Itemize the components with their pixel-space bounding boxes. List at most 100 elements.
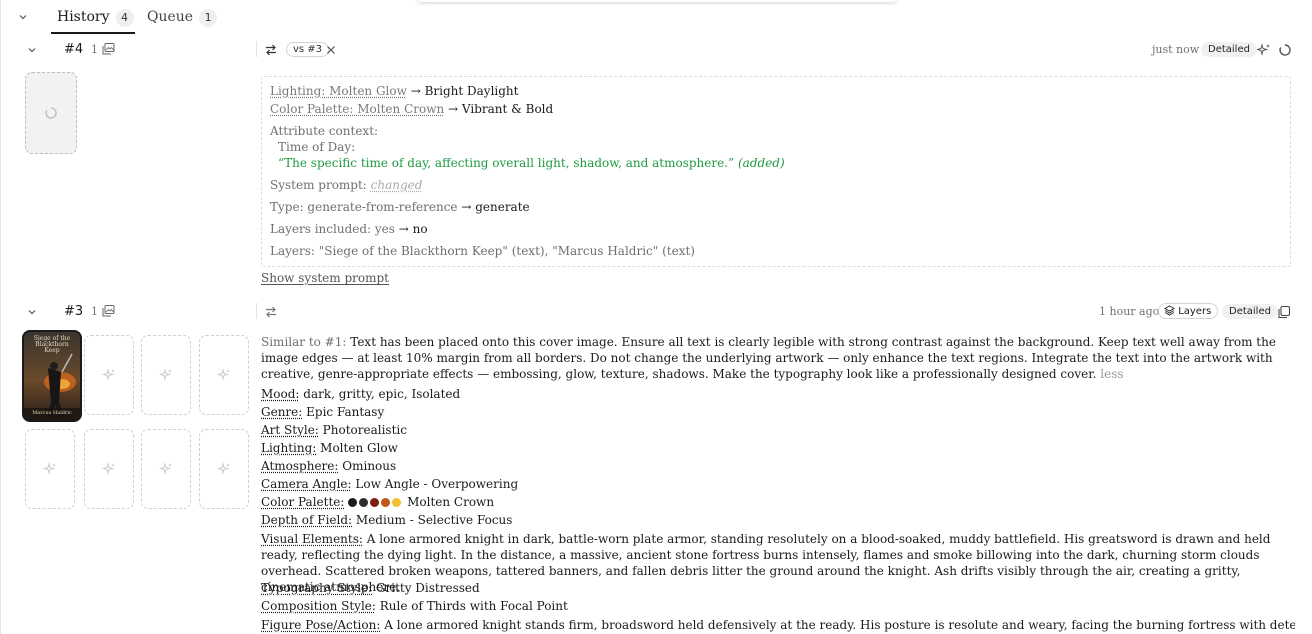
attr-composition: Composition Style: Rule of Thirds with F… [261,599,568,613]
diff-palette-old: Color Palette: Molten Crown [270,102,445,116]
entry-4-image-count[interactable]: 1 [91,43,115,56]
sparkle-placeholder-icon [159,368,172,381]
images-icon [102,305,115,317]
tab-history[interactable]: History 4 [57,9,134,27]
layers-included-diff: Layers included: yes → no [270,222,428,236]
detailed-toggle-4[interactable]: Detailed [1201,41,1257,57]
history-count-badge: 4 [115,9,134,27]
diff-palette: Color Palette: Molten Crown → Vibrant & … [270,102,554,116]
attr-value: A lone armored knight stands firm, broad… [384,618,1295,632]
attr-value: Gritty Distressed [375,581,480,595]
attr-value: Photorealistic [322,423,407,437]
detailed-toggle-3[interactable]: Detailed [1222,303,1278,319]
attr-atmosphere: Atmosphere: Ominous [261,459,396,473]
cover-title-art: Siege of the Blackthorn Keep [33,335,71,354]
attr-color-palette: Color Palette: Molten Crown [261,495,494,509]
palette-swatch [381,498,391,507]
attr-key: Typography Style: [261,581,373,595]
layers-button[interactable]: Layers [1158,303,1219,319]
attr-key: Camera Angle: [261,477,352,491]
time-of-day-text: “The specific time of day, affecting ove… [278,156,735,170]
left-border [0,0,1,634]
sparkles-icon[interactable] [1257,43,1271,57]
attr-mood: Mood: dark, gritty, epic, Isolated [261,387,460,401]
attr-value: Epic Fantasy [306,405,385,419]
attr-value: Low Angle - Overpowering [355,477,519,491]
entry-3-image-count[interactable]: 1 [91,305,115,318]
spinner-icon [45,107,57,119]
diff-lighting-new: Bright Daylight [424,84,519,98]
empty-image-slot [199,429,249,509]
palette-swatch [370,498,380,507]
attr-value: Molten Glow [320,441,398,455]
show-system-prompt-link[interactable]: Show system prompt [261,271,389,285]
entry-4-image-count-value: 1 [91,43,98,56]
attr-value: dark, gritty, epic, Isolated [303,387,461,401]
sparkle-placeholder-icon [217,462,230,475]
prompt-text: Text has been placed onto this cover ima… [261,335,1276,381]
attr-key: Lighting: [261,441,317,455]
queue-count-badge: 1 [199,9,218,27]
palette-swatches [348,495,403,509]
palette-swatch [392,498,402,507]
attr-genre: Genre: Epic Fantasy [261,405,384,419]
system-prompt-diff: System prompt: changed [270,178,422,192]
empty-image-slot [141,429,191,509]
cover-author-art: Marcus Haldric [32,410,72,416]
added-note: (added) [738,156,785,170]
collapse-entry-3-icon[interactable] [27,307,37,317]
entry-3-number: #3 [64,304,84,319]
copy-icon[interactable] [1277,305,1291,319]
attr-camera-angle: Camera Angle: Low Angle - Overpowering [261,477,518,491]
column-divider [256,303,257,319]
entry-3-image-count-value: 1 [91,305,98,318]
diff-palette-new: Vibrant & Bold [461,102,554,116]
diff-lighting-old: Lighting: Molten Glow [270,84,407,98]
empty-image-slot [141,335,191,415]
attr-figure-pose: Figure Pose/Action: A lone armored knigh… [261,617,1295,634]
type-new: generate [475,200,530,214]
system-prompt-label: System prompt: [270,178,367,192]
sparkle-placeholder-icon [102,462,115,475]
images-icon [102,43,115,55]
attr-value: Rule of Thirds with Focal Point [379,599,568,613]
attr-key: Art Style: [261,423,319,437]
entry-3-cover-thumbnail[interactable]: Siege of the Blackthorn Keep Marcus Hald… [22,330,82,422]
attr-key: Composition Style: [261,599,376,613]
layers-included-old: Layers included: yes [270,222,395,236]
empty-image-slot [199,335,249,415]
attr-key: Color Palette: [261,495,345,509]
swap-icon[interactable] [264,43,278,57]
entry-4-time: just now [1152,43,1200,56]
clear-compare-icon[interactable] [325,44,339,58]
attr-key: Depth of Field: [261,513,353,527]
type-old: Type: generate-from-reference [270,200,458,214]
type-diff: Type: generate-from-reference → generate [270,200,530,214]
empty-image-slot [25,429,75,509]
toolbar-edge [418,0,896,2]
collapse-panel-icon[interactable] [18,12,28,22]
attr-depth-of-field: Depth of Field: Medium - Selective Focus [261,513,512,527]
compare-badge[interactable]: vs #3 [286,41,330,57]
tab-queue[interactable]: Queue 1 [147,9,218,27]
attr-key: Figure Pose/Action: [261,618,381,632]
entry-4-number: #4 [64,42,84,57]
less-toggle[interactable]: less [1100,367,1123,381]
detailed-label-3: Detailed [1222,304,1278,319]
time-of-day-added: “The specific time of day, affecting ove… [278,156,785,170]
active-tab-indicator [51,32,135,34]
system-prompt-changed[interactable]: changed [371,178,423,192]
attr-value: Molten Crown [407,495,495,509]
sparkle-placeholder-icon [102,368,115,381]
attr-typography: Typography Style: Gritty Distressed [261,581,480,595]
entry-3-time: 1 hour ago [1099,305,1160,318]
palette-swatch [348,498,358,507]
attr-value: Medium - Selective Focus [355,513,513,527]
collapse-entry-4-icon[interactable] [27,45,37,55]
attr-key: Mood: [261,387,300,401]
time-of-day-label: Time of Day: [278,140,356,154]
empty-image-slot [84,429,134,509]
layers-label: Layers [1178,306,1212,317]
empty-image-slot [84,335,134,415]
swap-icon[interactable] [264,305,278,319]
